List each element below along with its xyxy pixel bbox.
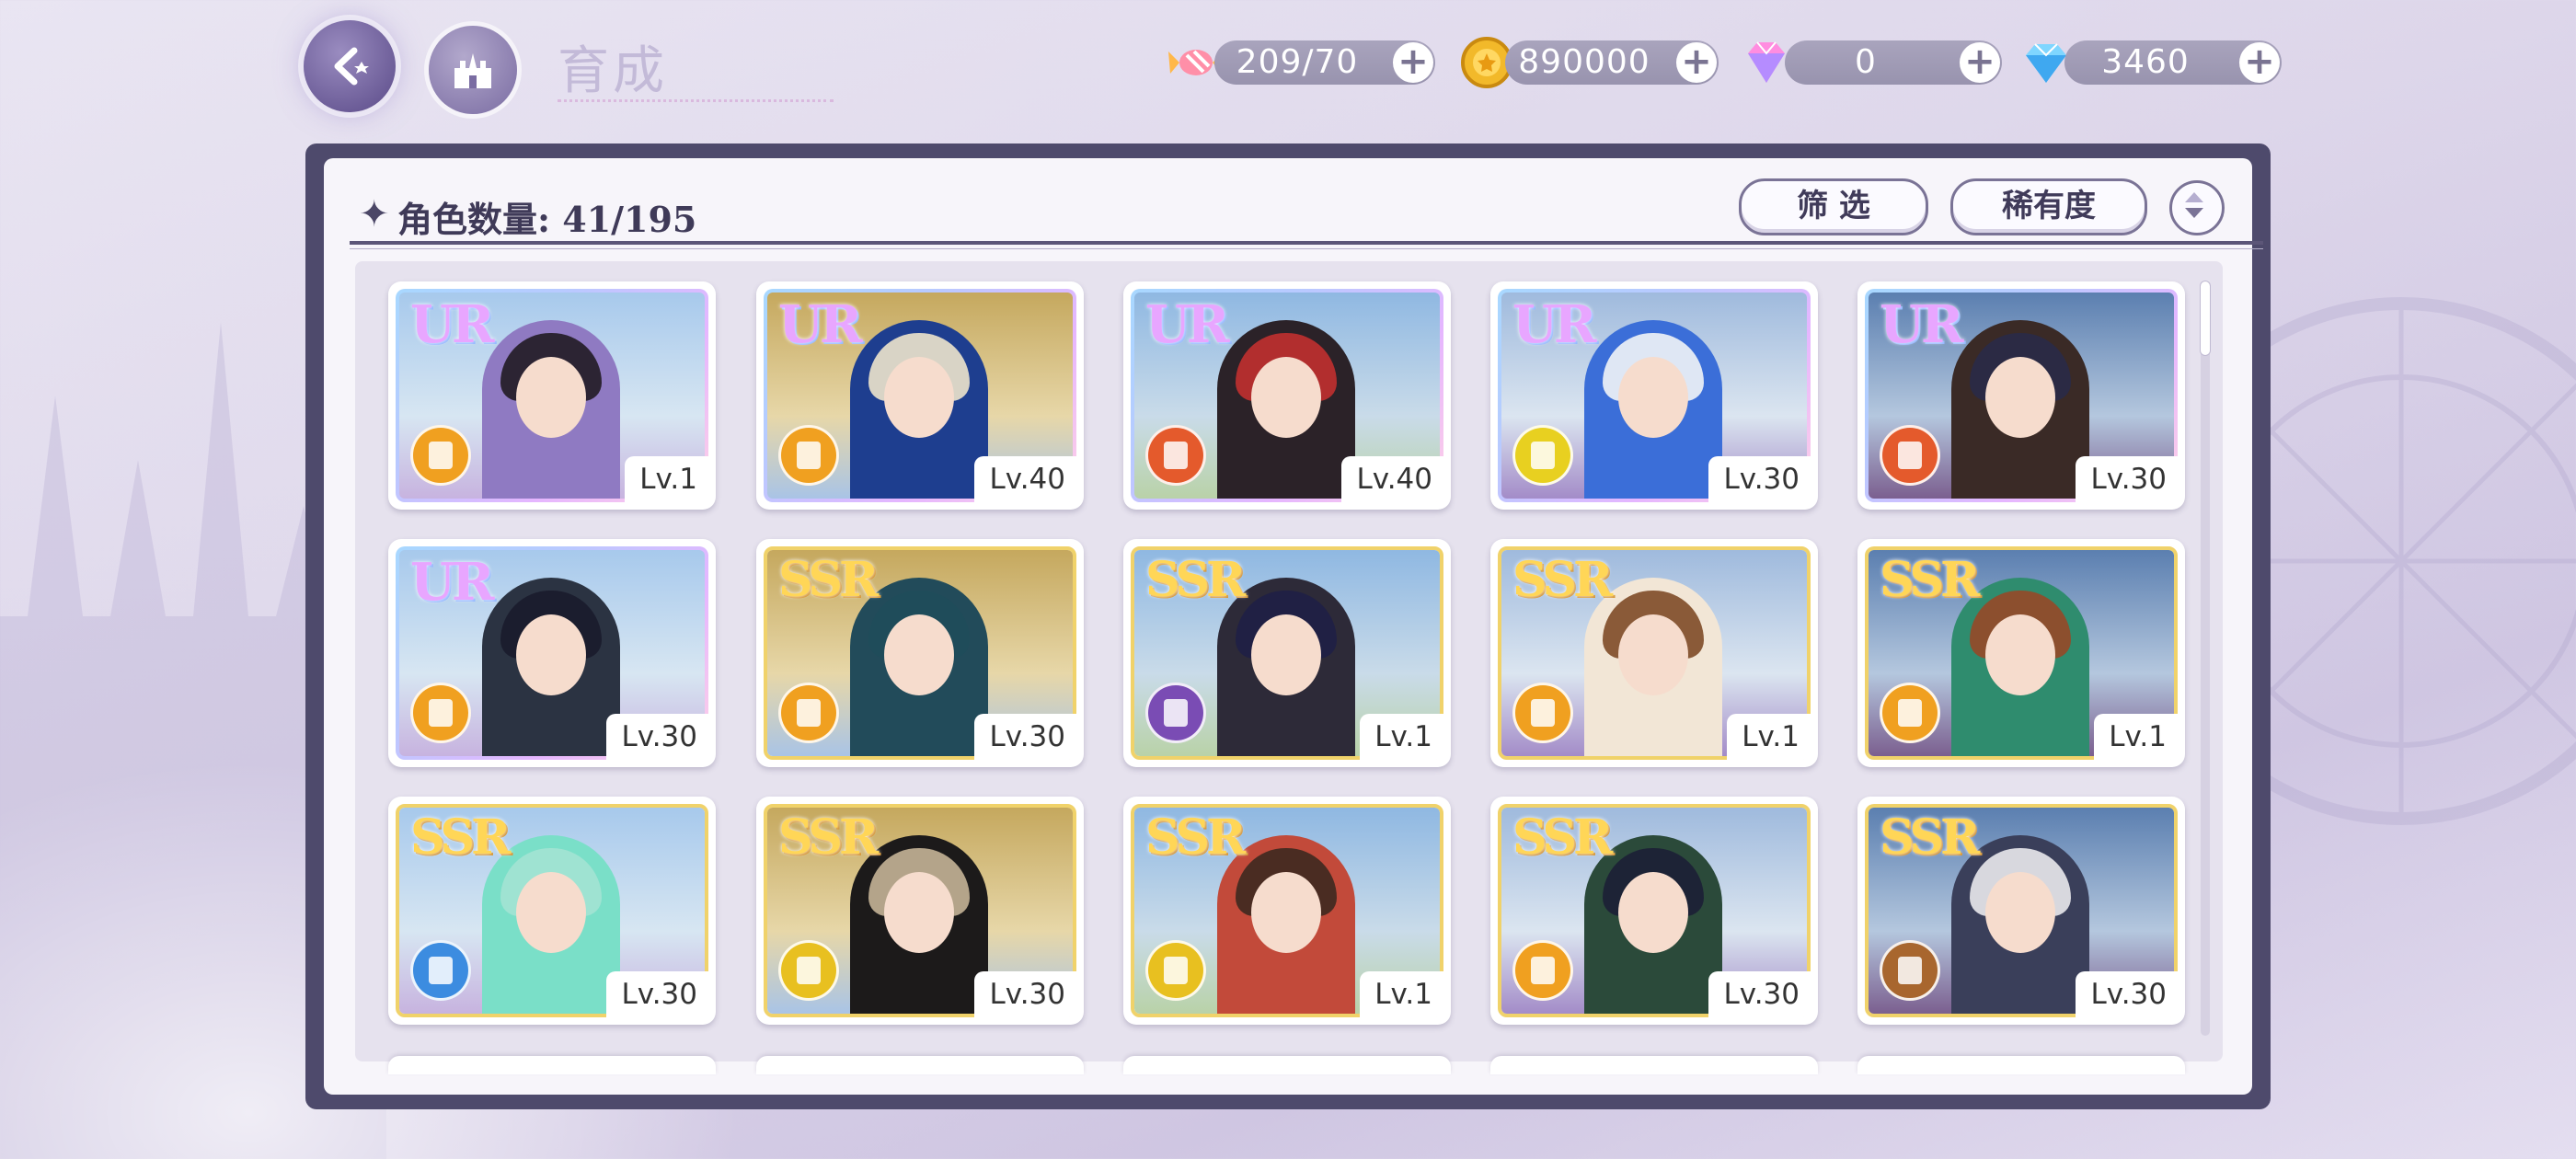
attribute-type-icon <box>1880 683 1940 743</box>
level-label: Lv.30 <box>1708 456 1811 502</box>
attribute-type-icon <box>778 940 839 1001</box>
title-decoration <box>558 72 834 102</box>
character-card[interactable]: SSR Lv.1 <box>1123 539 1451 767</box>
home-button[interactable] <box>429 26 517 114</box>
gold-value: 890000 <box>1518 43 1650 81</box>
attribute-type-icon <box>410 940 471 1001</box>
attribute-type-icon <box>410 683 471 743</box>
ssr-rarity-badge: SSR <box>778 552 879 608</box>
character-card[interactable]: SSR Lv.30 <box>756 797 1084 1025</box>
gold-counter: 890000 + <box>1505 40 1719 85</box>
sparkle-icon: ✦ <box>359 193 390 235</box>
level-label: Lv.1 <box>625 456 708 502</box>
scrollbar-track[interactable] <box>2201 281 2210 1036</box>
level-label: Lv.1 <box>1360 714 1443 760</box>
ur-rarity-badge: UR <box>1880 294 1963 355</box>
attribute-type-icon <box>1880 940 1940 1001</box>
ssr-rarity-badge: SSR <box>1880 809 1980 866</box>
card-peek[interactable] <box>756 1056 1084 1074</box>
level-label: Lv.30 <box>2076 971 2178 1017</box>
character-card[interactable]: SSR Lv.30 <box>1857 797 2185 1025</box>
level-label: Lv.1 <box>1360 971 1443 1017</box>
level-label: Lv.30 <box>2076 456 2178 502</box>
blue-gem-counter: 3460 + <box>2064 40 2282 85</box>
attribute-type-icon <box>1512 683 1573 743</box>
ur-rarity-badge: UR <box>1145 294 1229 355</box>
attribute-type-icon <box>1880 425 1940 486</box>
character-count-label: 角色数量: 41/195 <box>397 199 697 240</box>
blue-gem-value: 3460 <box>2101 43 2190 81</box>
level-label: Lv.1 <box>2094 714 2178 760</box>
character-card[interactable]: SSR Lv.30 <box>756 539 1084 767</box>
character-card[interactable]: UR Lv.40 <box>756 281 1084 510</box>
level-label: Lv.40 <box>974 456 1076 502</box>
card-peek[interactable] <box>388 1056 716 1074</box>
level-label: Lv.30 <box>974 714 1076 760</box>
stamina-value: 209/70 <box>1236 43 1359 81</box>
character-card[interactable]: UR Lv.1 <box>388 281 716 510</box>
ssr-rarity-badge: SSR <box>1145 809 1246 866</box>
ur-rarity-badge: UR <box>1512 294 1596 355</box>
scrollbar-thumb[interactable] <box>2201 281 2210 355</box>
character-card[interactable]: UR Lv.30 <box>1857 281 2185 510</box>
character-card[interactable]: UR Lv.30 <box>1490 281 1818 510</box>
character-card[interactable]: SSR Lv.30 <box>388 797 716 1025</box>
ssr-rarity-badge: SSR <box>1512 809 1613 866</box>
level-label: Lv.30 <box>1708 971 1811 1017</box>
ur-rarity-badge: UR <box>778 294 862 355</box>
level-label: Lv.30 <box>606 971 708 1017</box>
header-divider-thin <box>350 248 2263 249</box>
stamina-counter: 209/70 + <box>1214 40 1435 85</box>
card-peek[interactable] <box>1857 1056 2185 1074</box>
attribute-type-icon <box>410 425 471 486</box>
character-card[interactable]: UR Lv.30 <box>388 539 716 767</box>
castle-home-icon <box>454 53 491 88</box>
character-card[interactable]: SSR Lv.30 <box>1490 797 1818 1025</box>
level-label: Lv.30 <box>974 971 1076 1017</box>
character-card[interactable]: SSR Lv.1 <box>1857 539 2185 767</box>
attribute-type-icon <box>778 683 839 743</box>
attribute-type-icon <box>1145 683 1206 743</box>
ssr-rarity-badge: SSR <box>1880 552 1980 608</box>
character-card[interactable]: SSR Lv.1 <box>1123 797 1451 1025</box>
header-divider <box>350 241 2263 245</box>
add-gold-button[interactable]: + <box>1676 42 1717 83</box>
attribute-type-icon <box>1145 425 1206 486</box>
pink-gem-counter: 0 + <box>1785 40 2002 85</box>
add-pink-gem-button[interactable]: + <box>1960 42 2000 83</box>
level-label: Lv.40 <box>1341 456 1443 502</box>
character-card[interactable]: UR Lv.40 <box>1123 281 1451 510</box>
ssr-rarity-badge: SSR <box>1145 552 1246 608</box>
attribute-type-icon <box>1512 940 1573 1001</box>
ssr-rarity-badge: SSR <box>1512 552 1613 608</box>
back-button[interactable] <box>304 20 396 112</box>
rarity-sort-button[interactable]: 稀有度 <box>1950 178 2147 235</box>
pink-gem-value: 0 <box>1855 43 1877 81</box>
sort-arrows-icon <box>2185 192 2203 218</box>
ssr-rarity-badge: SSR <box>778 809 879 866</box>
level-label: Lv.30 <box>606 714 708 760</box>
card-peek[interactable] <box>1123 1056 1451 1074</box>
sort-order-button[interactable] <box>2169 180 2225 235</box>
add-stamina-button[interactable]: + <box>1393 42 1433 83</box>
attribute-type-icon <box>1145 940 1206 1001</box>
ssr-rarity-badge: SSR <box>410 809 511 866</box>
add-blue-gem-button[interactable]: + <box>2239 42 2280 83</box>
level-label: Lv.1 <box>1727 714 1811 760</box>
ur-rarity-badge: UR <box>410 552 494 613</box>
filter-button[interactable]: 筛 选 <box>1739 178 1928 235</box>
attribute-type-icon <box>1512 425 1573 486</box>
ur-rarity-badge: UR <box>410 294 494 355</box>
character-card[interactable]: SSR Lv.1 <box>1490 539 1818 767</box>
back-arrow-icon <box>334 47 369 86</box>
attribute-type-icon <box>778 425 839 486</box>
card-peek[interactable] <box>1490 1056 1818 1074</box>
